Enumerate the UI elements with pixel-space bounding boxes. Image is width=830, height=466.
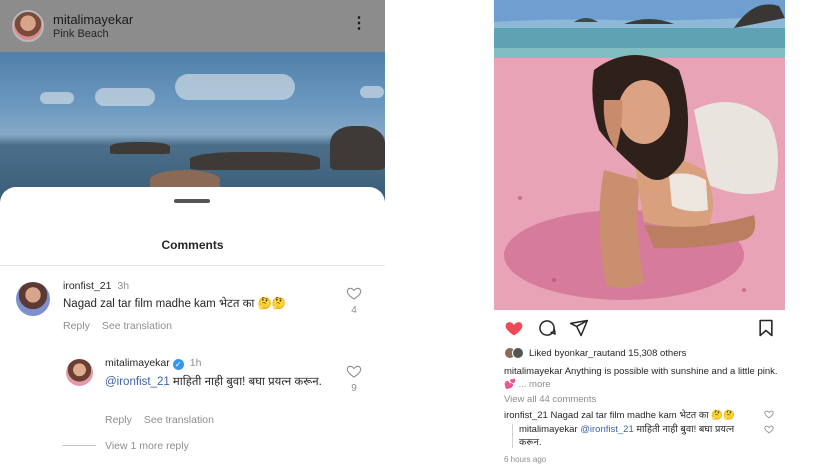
reply-preview: mitalimayekar @ironfist_21 माहिती नाही ब…	[519, 424, 744, 449]
like-count: 4	[351, 305, 357, 316]
divider	[0, 265, 385, 266]
reply-actions: Reply See translation	[105, 414, 226, 426]
post-location[interactable]: Pink Beach	[53, 28, 133, 40]
heart-outline-icon[interactable]	[346, 363, 362, 379]
cloud-shape	[95, 88, 155, 106]
reply-username[interactable]: mitalimayekar	[105, 357, 170, 369]
bookmark-icon[interactable]	[756, 318, 776, 338]
avatar[interactable]	[66, 359, 93, 386]
comments-sheet: Comments ironfist_21 3h Nagad zal tar fil…	[0, 187, 385, 466]
reply-text-body: माहिती नाही बुवा! बघा प्रयत्न करून.	[169, 376, 322, 388]
see-translation-button[interactable]: See translation	[102, 320, 172, 332]
caption-username[interactable]: mitalimayekar	[504, 366, 563, 377]
cloud-shape	[360, 86, 384, 98]
post-caption: mitalimayekar Anything is possible with …	[504, 366, 779, 391]
beach-illustration	[494, 0, 785, 310]
reply-time: 1h	[189, 357, 202, 369]
comment-header: ironfist_21 3h	[63, 280, 129, 292]
post-photo-preview	[0, 52, 385, 202]
liked-by-prefix: Liked by	[529, 347, 565, 359]
post-username[interactable]: mitalimayekar	[53, 12, 133, 27]
rock-shape	[110, 142, 170, 154]
post-timestamp: 6 hours ago	[504, 455, 547, 464]
caption-more-button[interactable]: ... more	[518, 379, 550, 390]
avatar[interactable]	[16, 282, 50, 316]
like-count: 9	[351, 383, 357, 394]
comment-time: 3h	[117, 280, 130, 292]
reply-username[interactable]: mitalimayekar	[519, 424, 578, 435]
view-all-comments-button[interactable]: View all 44 comments	[504, 394, 596, 405]
verified-badge-icon: ✓	[172, 359, 184, 370]
comment-username[interactable]: ironfist_21	[504, 410, 548, 421]
see-translation-button[interactable]: See translation	[144, 414, 214, 426]
mention-link[interactable]: @ironfist_21	[105, 376, 170, 388]
rock-shape	[330, 126, 385, 170]
comment-text: Nagad zal tar film madhe kam भेटत का 🤔🤔	[63, 298, 287, 310]
comment-actions: Reply See translation	[63, 320, 184, 332]
sheet-title: Comments	[161, 238, 224, 252]
reply-text: @ironfist_21 माहिती नाही बुवा! बघा प्रयत…	[105, 374, 330, 391]
reply-button[interactable]: Reply	[105, 414, 132, 426]
comment-text: Nagad zal tar film madhe kam भेटत का 🤔🤔	[547, 410, 735, 421]
cloud-shape	[175, 74, 295, 100]
avatar[interactable]	[512, 347, 524, 359]
post-header: mitalimayekar Pink Beach ⋮	[0, 0, 385, 52]
rock-shape	[190, 152, 320, 170]
liked-by-suffix[interactable]: and 15,308 others	[610, 348, 687, 359]
avatar[interactable]	[12, 10, 44, 42]
mention-link[interactable]: @ironfist_21	[578, 424, 634, 435]
post-header-names: mitalimayekar Pink Beach	[53, 12, 133, 40]
reply-button[interactable]: Reply	[63, 320, 90, 332]
post-photo[interactable]	[494, 0, 785, 310]
liked-by-user[interactable]: onkar_raut	[564, 348, 609, 359]
heart-outline-icon[interactable]	[764, 409, 774, 419]
comment-username[interactable]: ironfist_21	[63, 280, 111, 292]
more-options-icon[interactable]: ⋮	[351, 14, 367, 34]
reply-header: mitalimayekar ✓ 1h	[105, 357, 201, 370]
divider	[62, 445, 96, 446]
heart-outline-icon[interactable]	[764, 424, 774, 434]
post-action-bar	[494, 318, 785, 338]
heart-outline-icon[interactable]	[346, 285, 362, 301]
heart-filled-icon[interactable]	[504, 318, 524, 338]
share-icon[interactable]	[569, 318, 589, 338]
cloud-shape	[40, 92, 74, 104]
comments-screen: mitalimayekar Pink Beach ⋮ Comments iron…	[0, 0, 385, 466]
liked-by-line: Liked by onkar_raut and 15,308 others	[504, 347, 686, 359]
reply-thread-line	[512, 424, 513, 448]
comment-icon[interactable]	[537, 318, 557, 338]
view-more-replies-button[interactable]: View 1 more reply	[105, 440, 189, 452]
drag-handle[interactable]	[174, 199, 210, 203]
comment-preview: ironfist_21 Nagad zal tar film madhe kam…	[504, 408, 735, 421]
